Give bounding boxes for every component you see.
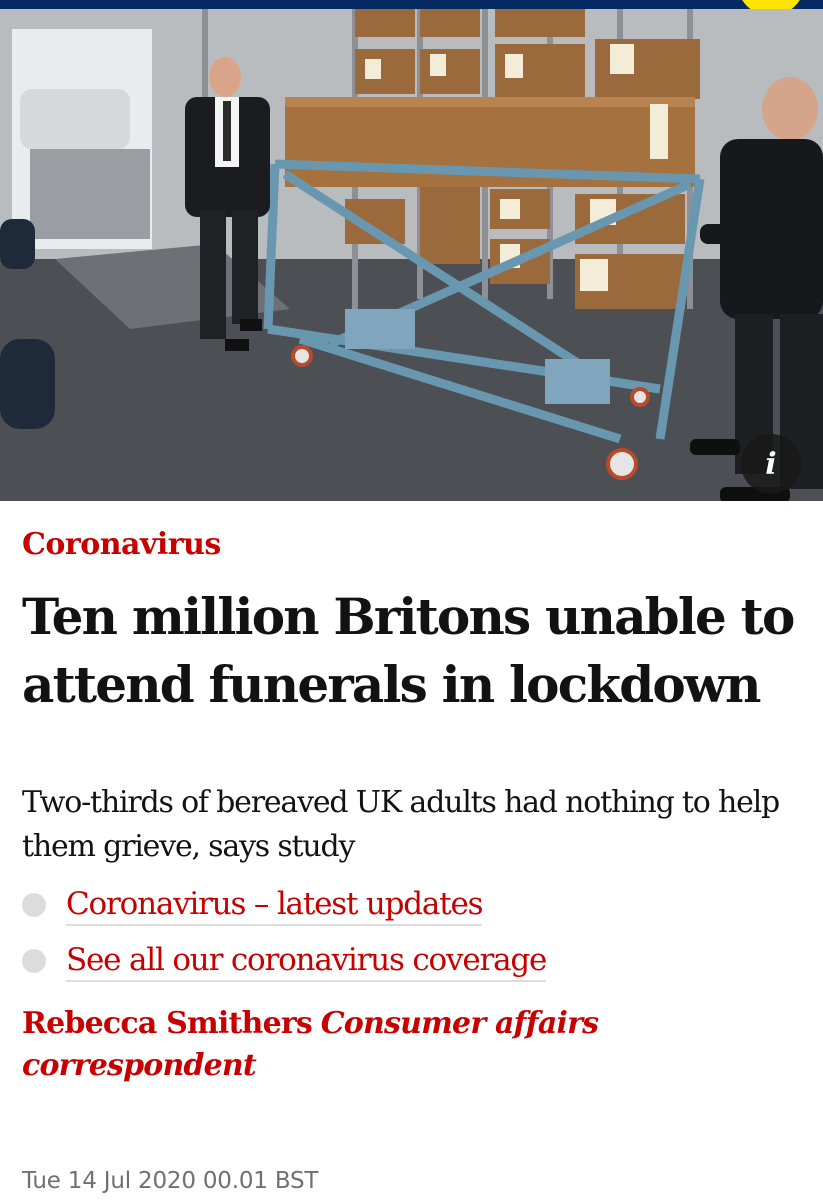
dateline: Tue 14 Jul 2020 00.01 BST bbox=[22, 1168, 319, 1194]
related-link-item: See all our coronavirus coverage bbox=[22, 933, 812, 989]
related-link-item: Coronavirus – latest updates bbox=[22, 877, 812, 933]
author-link[interactable]: Rebecca Smithers bbox=[22, 1006, 313, 1041]
hero-image: i bbox=[0, 9, 823, 501]
masthead-bar bbox=[0, 0, 823, 9]
headline: Ten million Britons unable to attend fun… bbox=[22, 587, 795, 714]
latest-updates-link[interactable]: Coronavirus – latest updates bbox=[66, 884, 484, 926]
standfirst: Two-thirds of bereaved UK adults had not… bbox=[22, 785, 780, 864]
bullet-icon bbox=[22, 949, 46, 973]
hero-photo-illustration bbox=[0, 9, 823, 501]
related-links: Coronavirus – latest updates See all our… bbox=[22, 877, 812, 989]
info-icon[interactable]: i bbox=[741, 434, 801, 494]
article-header: Coronavirus Ten million Britons unable t… bbox=[22, 525, 812, 1087]
byline: Rebecca Smithers Consumer affairs corres… bbox=[22, 1003, 812, 1087]
section-kicker[interactable]: Coronavirus bbox=[22, 525, 812, 565]
bullet-icon bbox=[22, 893, 46, 917]
coverage-link[interactable]: See all our coronavirus coverage bbox=[66, 940, 547, 982]
